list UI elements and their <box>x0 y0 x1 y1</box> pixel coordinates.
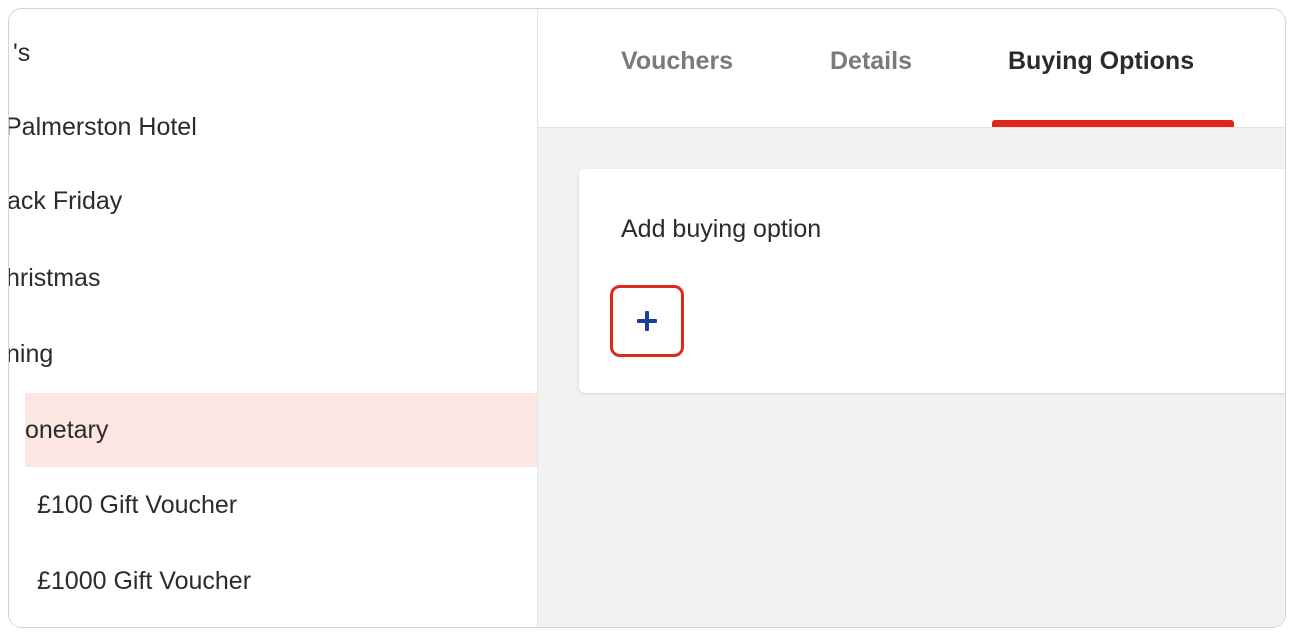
sidebar: 's Palmerston Hotel ack Friday hristmas … <box>9 9 538 627</box>
card-title: Add buying option <box>621 215 822 243</box>
tab-bar: Vouchers Details Buying Options <box>538 9 1285 128</box>
sidebar-item-label: onetary <box>25 415 109 444</box>
sidebar-item-monetary[interactable]: onetary <box>25 393 537 467</box>
sidebar-item-label: Palmerston Hotel <box>9 112 197 141</box>
buying-option-card: Add buying option <box>579 169 1285 393</box>
app-window: 's Palmerston Hotel ack Friday hristmas … <box>8 8 1286 628</box>
add-buying-option-button[interactable] <box>610 285 684 357</box>
sidebar-item-label: hristmas <box>9 263 101 292</box>
main-panel: Vouchers Details Buying Options Add buyi… <box>538 9 1285 627</box>
active-tab-indicator <box>992 120 1234 127</box>
tab-buying-options[interactable]: Buying Options <box>1008 47 1194 76</box>
sidebar-item-label: £100 Gift Voucher <box>37 490 238 519</box>
plus-icon <box>637 311 657 331</box>
sidebar-item-label: ning <box>9 339 54 368</box>
sidebar-item-palmerston-hotel[interactable]: Palmerston Hotel <box>9 90 537 164</box>
sidebar-item-label: 's <box>13 38 31 67</box>
sidebar-item-black-friday[interactable]: ack Friday <box>9 164 537 238</box>
sidebar-item-vouchers[interactable]: 's <box>9 16 537 90</box>
sidebar-item-christmas[interactable]: hristmas <box>9 241 537 315</box>
sidebar-item-100-gift-voucher[interactable]: £100 Gift Voucher <box>9 468 537 542</box>
sidebar-item-dining[interactable]: ning <box>9 317 537 391</box>
sidebar-item-label: ack Friday <box>9 186 123 215</box>
sidebar-item-1000-gift-voucher[interactable]: £1000 Gift Voucher <box>9 544 537 618</box>
tab-vouchers[interactable]: Vouchers <box>621 47 733 76</box>
sidebar-item-label: £1000 Gift Voucher <box>37 566 252 595</box>
tab-details[interactable]: Details <box>830 47 912 76</box>
